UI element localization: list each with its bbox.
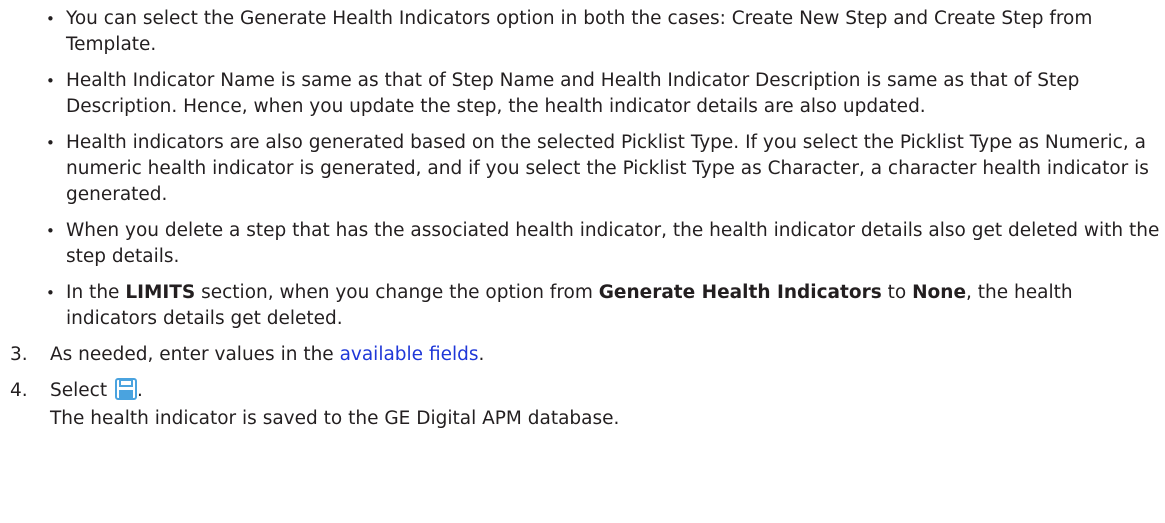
notes-list: You can select the Generate Health Indic… xyxy=(10,6,1165,332)
text-segment: In the xyxy=(66,282,126,303)
step-text: . xyxy=(136,380,143,401)
step-number: 4. xyxy=(10,380,28,401)
step-number: 3. xyxy=(10,344,28,365)
list-item: You can select the Generate Health Indic… xyxy=(46,6,1165,58)
list-item: Health Indicator Name is same as that of… xyxy=(46,68,1165,120)
none-label: None xyxy=(912,282,966,303)
generate-health-indicators-label: Generate Health Indicators xyxy=(598,282,882,303)
step-3: 3. As needed, enter values in the availa… xyxy=(10,342,1165,368)
step-4: 4. Select . The health indicator is save… xyxy=(10,378,1165,432)
list-item: In the LIMITS section, when you change t… xyxy=(46,280,1165,332)
step-text: Select xyxy=(50,380,113,401)
step-text: As needed, enter values in the xyxy=(50,344,340,365)
save-icon xyxy=(114,378,137,400)
list-item: When you delete a step that has the asso… xyxy=(46,218,1165,270)
limits-label: LIMITS xyxy=(125,282,196,303)
document-content: You can select the Generate Health Indic… xyxy=(0,0,1165,432)
text-segment: to xyxy=(881,282,913,303)
step-text: . xyxy=(478,344,485,365)
available-fields-link[interactable]: available fields xyxy=(340,344,479,365)
list-item: Health indicators are also generated bas… xyxy=(46,130,1165,208)
step-result: The health indicator is saved to the GE … xyxy=(50,408,620,429)
text-segment: section, when you change the option from xyxy=(195,282,599,303)
